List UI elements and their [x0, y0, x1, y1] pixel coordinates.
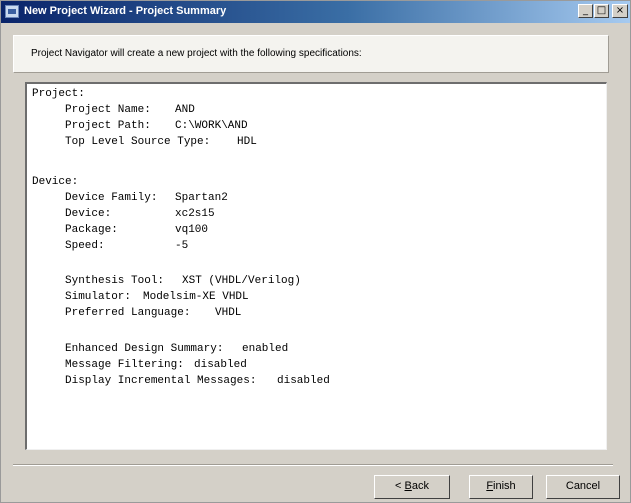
message-filtering-label: Message Filtering: — [65, 359, 184, 371]
project-path-label: Project Path: — [65, 120, 151, 132]
preferred-language-label: Preferred Language: — [65, 307, 191, 319]
maximize-button[interactable]: □ — [594, 4, 609, 18]
package-label: Package: — [65, 224, 118, 236]
device-family-value: Spartan2 — [175, 192, 228, 204]
preferred-language-value: VHDL — [215, 307, 242, 319]
incremental-messages-value: disabled — [277, 375, 330, 387]
back-button-accel: B — [404, 480, 412, 492]
project-heading: Project: — [32, 88, 85, 100]
finish-button-rest: inish — [493, 480, 516, 492]
back-button[interactable]: < Back — [374, 475, 450, 499]
info-panel: Project Navigator will create a new proj… — [13, 35, 609, 73]
device-heading: Device: — [32, 176, 79, 188]
synthesis-tool-label: Synthesis Tool: — [65, 275, 165, 287]
simulator-label: Simulator: — [65, 291, 132, 303]
project-name-value: AND — [175, 104, 195, 116]
minimize-button[interactable]: _ — [578, 4, 593, 18]
app-icon — [5, 5, 19, 18]
message-filtering-value: disabled — [194, 359, 247, 371]
project-path-value: C:\WORK\AND — [175, 120, 248, 132]
simulator-value: Modelsim-XE VHDL — [143, 291, 249, 303]
incremental-messages-label: Display Incremental Messages: — [65, 375, 257, 387]
cancel-button[interactable]: Cancel — [546, 475, 620, 499]
project-name-label: Project Name: — [65, 104, 151, 116]
enhanced-design-summary-label: Enhanced Design Summary: — [65, 343, 224, 355]
device-family-label: Device Family: — [65, 192, 158, 204]
window-title: New Project Wizard - Project Summary — [24, 5, 227, 17]
back-button-rest: ack — [411, 480, 429, 492]
synthesis-tool-value: XST (VHDL/Verilog) — [182, 275, 301, 287]
speed-value: -5 — [175, 240, 189, 252]
enhanced-design-summary-value: enabled — [242, 343, 289, 355]
package-value: vq100 — [175, 224, 209, 236]
project-summary-textbox[interactable]: Project: Project Name: AND Project Path:… — [25, 82, 607, 450]
top-level-source-label: Top Level Source Type: — [65, 136, 211, 148]
button-divider — [13, 464, 613, 466]
speed-label: Speed: — [65, 240, 105, 252]
info-text: Project Navigator will create a new proj… — [31, 48, 362, 59]
top-level-source-value: HDL — [237, 136, 257, 148]
device-value: xc2s15 — [175, 208, 215, 220]
title-bar[interactable]: New Project Wizard - Project Summary _ □… — [1, 1, 630, 23]
device-label: Device: — [65, 208, 112, 220]
back-button-prefix: < — [395, 480, 405, 492]
finish-button[interactable]: Finish — [469, 475, 533, 499]
wizard-window: New Project Wizard - Project Summary _ □… — [0, 0, 631, 503]
close-button[interactable]: × — [612, 4, 628, 18]
